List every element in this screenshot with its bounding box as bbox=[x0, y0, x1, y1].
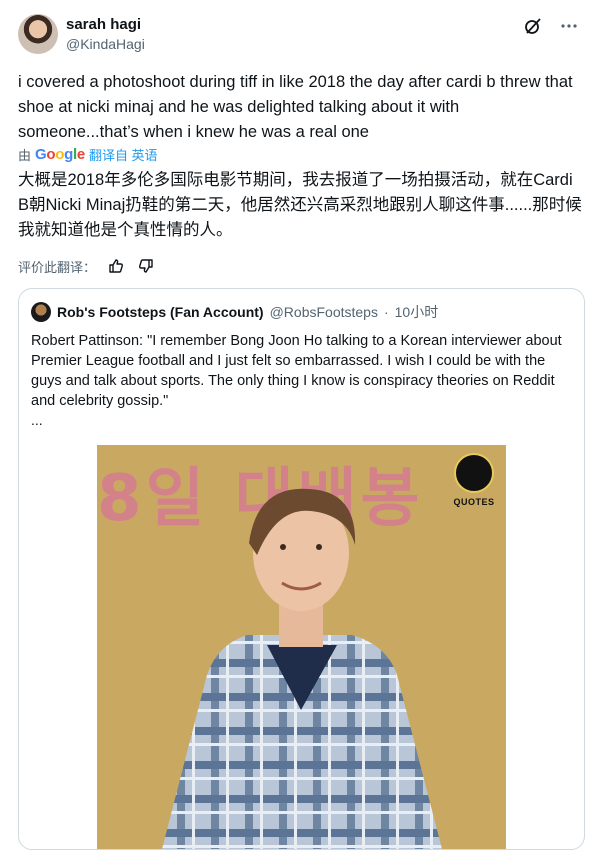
quoted-time[interactable]: 10小时 bbox=[395, 302, 439, 322]
more-icon[interactable] bbox=[559, 16, 579, 36]
translate-source-link[interactable]: 翻译自 英语 bbox=[89, 145, 158, 164]
badge-emblem bbox=[454, 453, 494, 493]
quoted-ellipsis: ... bbox=[31, 412, 43, 428]
tweet-text: i covered a photoshoot during tiff in li… bbox=[18, 73, 573, 141]
translated-text: 大概是2018年多伦多国际电影节期间，我去报道了一场拍摄活动，就在Cardi B… bbox=[18, 171, 582, 239]
author-handle[interactable]: @KindaHagi bbox=[66, 36, 145, 52]
header-actions bbox=[523, 16, 579, 36]
quoted-name[interactable]: Rob's Footsteps (Fan Account) bbox=[57, 304, 264, 320]
grok-icon[interactable] bbox=[523, 16, 543, 36]
translation-prefix: 由 bbox=[18, 148, 32, 163]
person-illustration bbox=[162, 488, 442, 849]
google-logo: Google bbox=[35, 146, 85, 163]
rate-translation: 评价此翻译： bbox=[18, 256, 156, 276]
quoted-photo[interactable]: 8일 대배봉 QUOTES bbox=[97, 445, 506, 849]
badge-label: QUOTES bbox=[453, 497, 495, 507]
quoted-separator: · bbox=[383, 304, 389, 320]
quoted-header: Rob's Footsteps (Fan Account) @RobsFoots… bbox=[31, 302, 438, 322]
thumbs-down-icon[interactable] bbox=[136, 256, 156, 276]
translation-attribution: 由 Google 翻译自 英语 bbox=[18, 145, 158, 164]
quotes-badge: QUOTES bbox=[452, 453, 496, 513]
quoted-handle[interactable]: @RobsFootsteps bbox=[270, 304, 378, 320]
rate-label: 评价此翻译： bbox=[18, 259, 97, 275]
author-avatar[interactable] bbox=[18, 14, 58, 54]
tweet-header: sarah hagi @KindaHagi bbox=[18, 14, 579, 58]
quoted-text: Robert Pattinson: "I remember Bong Joon … bbox=[31, 333, 562, 409]
quoted-avatar[interactable] bbox=[31, 302, 51, 322]
quoted-tweet[interactable]: Rob's Footsteps (Fan Account) @RobsFoots… bbox=[18, 288, 585, 850]
author-name[interactable]: sarah hagi bbox=[66, 16, 141, 33]
thumbs-up-icon[interactable] bbox=[106, 256, 126, 276]
